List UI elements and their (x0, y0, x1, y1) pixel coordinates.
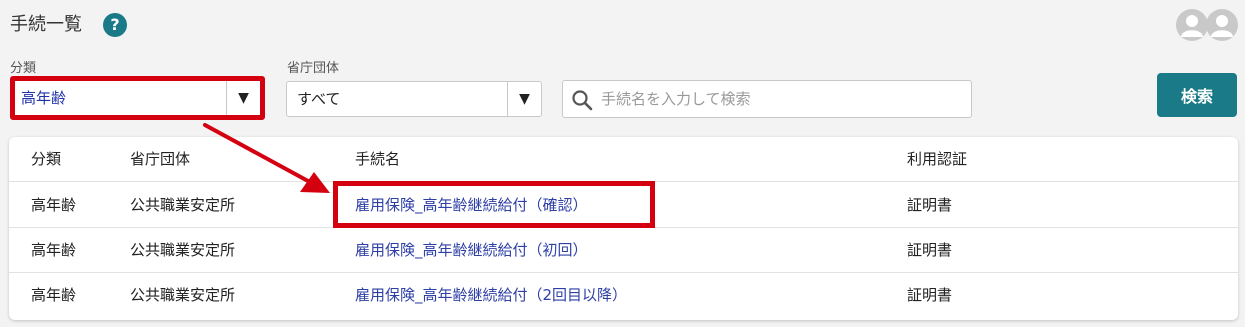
search-icon (572, 90, 593, 111)
row-agency: 公共職業安定所 (130, 286, 236, 304)
table-row: 高年齢 公共職業安定所 雇用保険_高年齢継続給付（2回目以降） 証明書 (9, 273, 1238, 318)
dropdown-caret-icon[interactable]: ▼ (507, 82, 541, 116)
procedure-link[interactable]: 雇用保険_高年齢継続給付（確認） (355, 183, 588, 228)
row-auth: 証明書 (907, 241, 953, 259)
dropdown-caret-icon[interactable]: ▼ (226, 81, 260, 115)
procedure-list-page: 手続一覧 ? 分類 高年齢 ▼ 省庁団体 すべて ▼ 検索 (0, 0, 1245, 327)
category-select[interactable]: 高年齢 ▼ (10, 76, 265, 120)
column-header-agency: 省庁団体 (130, 150, 191, 168)
agency-select-value: すべて (297, 90, 341, 108)
procedure-link[interactable]: 雇用保険_高年齢継続給付（2回目以降） (355, 273, 627, 318)
row-category: 高年齢 (31, 241, 77, 259)
column-header-procedure: 手続名 (355, 150, 401, 168)
table-row: 高年齢 公共職業安定所 雇用保険_高年齢継続給付（確認） 証明書 (9, 183, 1238, 228)
search-button[interactable]: 検索 (1157, 73, 1237, 117)
row-agency: 公共職業安定所 (130, 241, 236, 259)
table-row: 高年齢 公共職業安定所 雇用保険_高年齢継続給付（初回） 証明書 (9, 228, 1238, 273)
procedure-table: 分類 省庁団体 手続名 利用認証 高年齢 公共職業安定所 雇用保険_高年齢継続給… (9, 137, 1238, 320)
question-circle-icon[interactable]: ? (103, 13, 127, 37)
table-header-row: 分類 省庁団体 手続名 利用認証 (9, 137, 1238, 182)
row-auth: 証明書 (907, 286, 953, 304)
category-label: 分類 (10, 61, 37, 76)
procedure-link[interactable]: 雇用保険_高年齢継続給付（初回） (355, 228, 588, 273)
user-avatar-icon[interactable] (1206, 9, 1238, 41)
row-category: 高年齢 (31, 286, 77, 304)
agency-select[interactable]: すべて ▼ (286, 81, 542, 117)
user-avatar-icon[interactable] (1176, 9, 1208, 41)
search-input[interactable] (601, 83, 961, 115)
column-header-auth: 利用認証 (907, 150, 968, 168)
column-header-category: 分類 (31, 150, 62, 168)
row-category: 高年齢 (31, 196, 77, 214)
category-select-value: 高年齢 (21, 89, 67, 107)
row-auth: 証明書 (907, 196, 953, 214)
row-agency: 公共職業安定所 (130, 196, 236, 214)
agency-label: 省庁団体 (287, 61, 340, 76)
page-title: 手続一覧 (10, 14, 82, 35)
search-box[interactable] (562, 80, 972, 118)
user-avatars[interactable] (1176, 9, 1240, 41)
